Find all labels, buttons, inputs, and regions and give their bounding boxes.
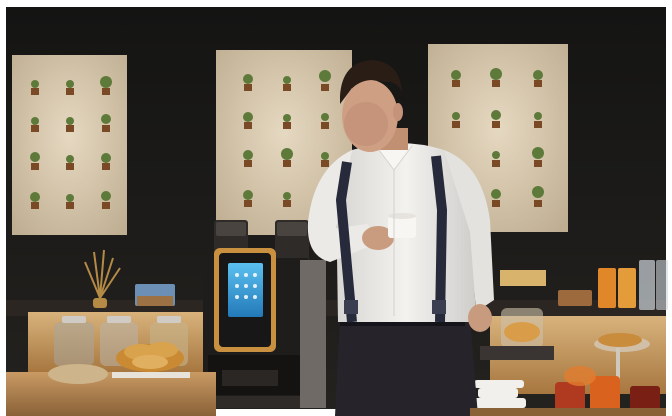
cup-stack xyxy=(470,380,526,408)
front-counter-left xyxy=(6,372,216,416)
coffee-cup-icon xyxy=(388,213,416,238)
snack-tray xyxy=(500,270,546,286)
plant-panel-left xyxy=(12,55,127,235)
dessert-jar xyxy=(501,308,543,348)
photo-scene xyxy=(0,0,672,416)
touch-screen xyxy=(228,263,263,317)
coffee-machine xyxy=(203,220,326,408)
